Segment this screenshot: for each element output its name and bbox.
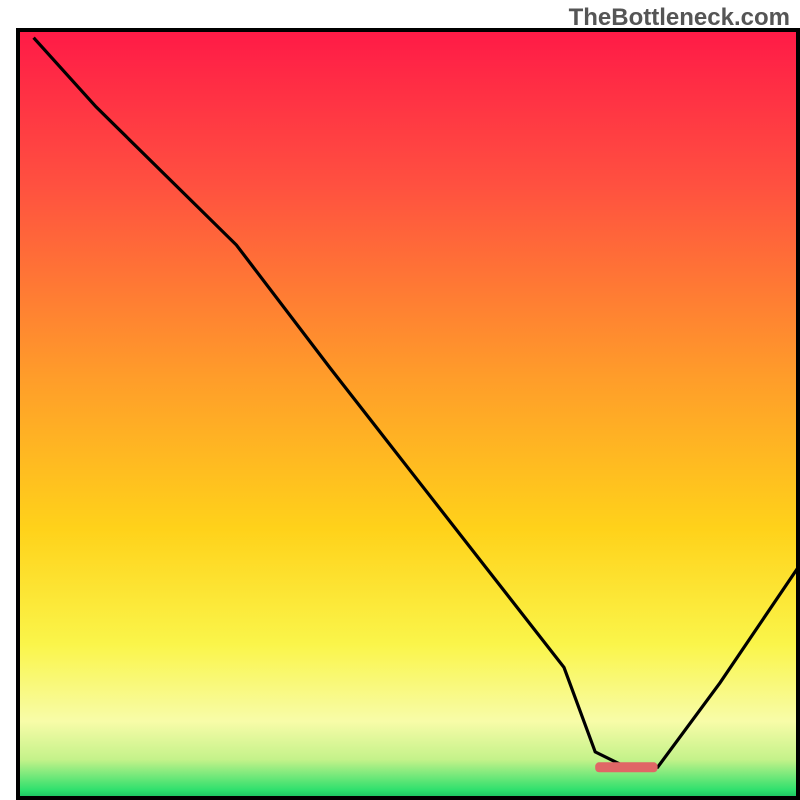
optimal-region-marker xyxy=(595,762,657,772)
bottleneck-chart: TheBottleneck.com xyxy=(0,0,800,800)
watermark-text: TheBottleneck.com xyxy=(569,4,790,32)
chart-svg xyxy=(0,0,800,800)
